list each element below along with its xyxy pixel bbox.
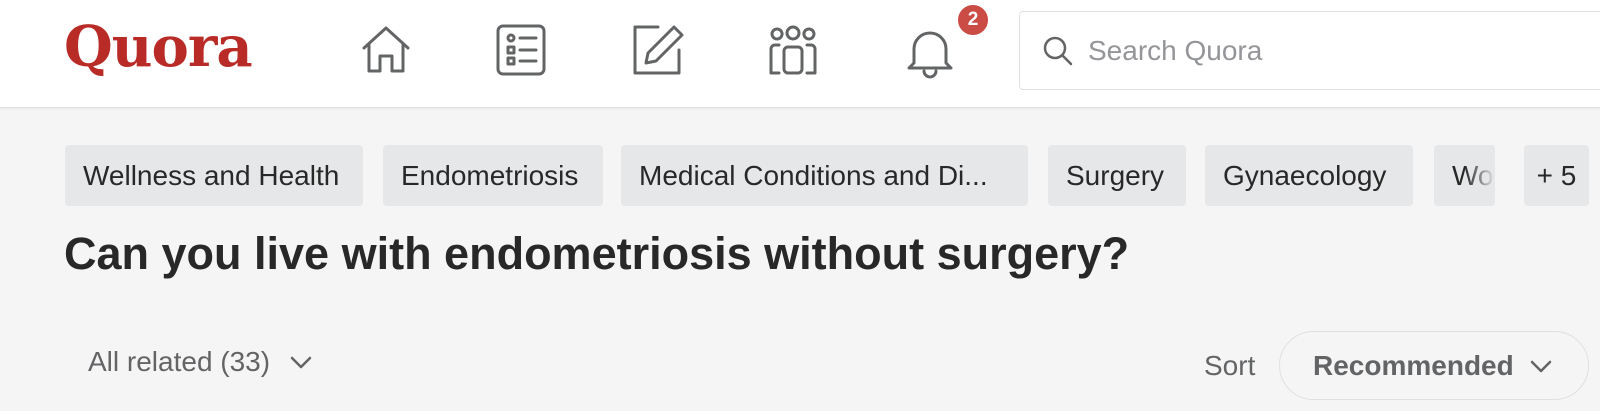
related-filter-label: All related (33) [88, 346, 271, 377]
related-filter-dropdown[interactable]: All related (33) [88, 346, 314, 378]
topic-chip[interactable]: Surgery [1048, 145, 1186, 206]
topic-chip[interactable]: Endometriosis [383, 145, 603, 206]
sort-label: Sort [1204, 350, 1256, 381]
topic-chip[interactable]: Gynaecology [1205, 145, 1413, 206]
question-title: Can you live with endometriosis without … [64, 228, 1130, 279]
search-box[interactable] [1019, 11, 1600, 90]
home-icon[interactable] [354, 20, 418, 80]
quora-logo[interactable]: Quora [64, 14, 253, 80]
chevron-down-icon [290, 356, 312, 369]
bell-icon[interactable] [898, 20, 962, 80]
people-icon[interactable] [761, 20, 825, 80]
topic-chip[interactable]: Medical Conditions and Di... [621, 145, 1028, 206]
topic-chip[interactable]: Wellness and Health [65, 145, 363, 206]
more-topics-button[interactable]: + 5 [1524, 145, 1589, 206]
topic-chip[interactable]: Wo [1434, 145, 1495, 206]
topic-chips: Wellness and Health Endometriosis Medica… [65, 145, 1600, 207]
edit-icon[interactable] [625, 20, 689, 80]
top-navigation-bar: Quora 2 Search Quora [0, 0, 1600, 108]
search-input[interactable] [1088, 34, 1600, 67]
sort-value: Recommended [1313, 349, 1514, 381]
list-icon[interactable] [489, 20, 553, 80]
notification-badge: 2 [955, 2, 991, 38]
chevron-down-icon [1530, 360, 1551, 372]
search-icon [1043, 36, 1073, 65]
sort-dropdown[interactable]: Recommended [1279, 331, 1589, 400]
